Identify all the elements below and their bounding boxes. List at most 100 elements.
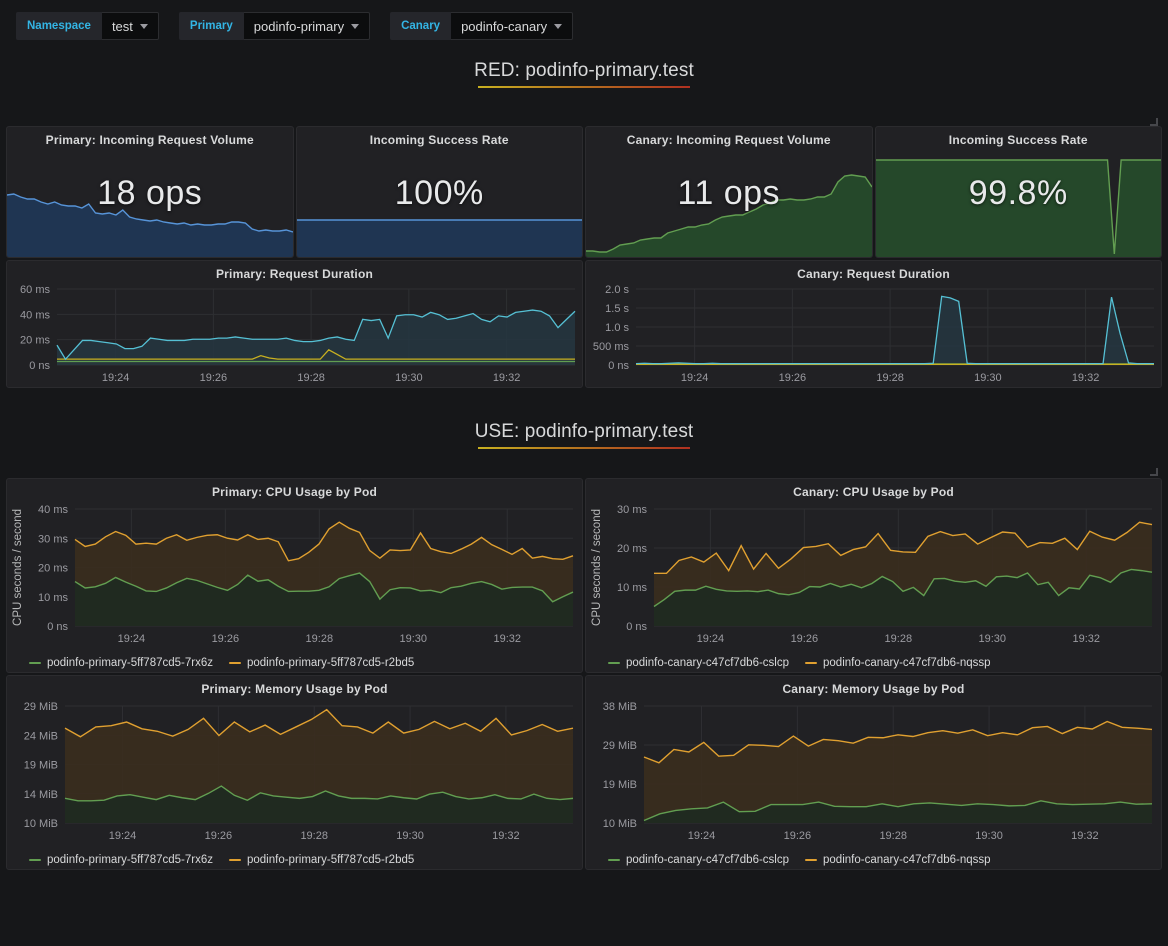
graph-canvas: CPU seconds / second40 ms30 ms20 ms10 ms…: [7, 501, 583, 648]
panel-legend: podinfo-primary-5ff787cd5-7rx6z podinfo-p…: [7, 653, 582, 673]
svg-text:20 ms: 20 ms: [617, 543, 647, 555]
legend-color-swatch: [608, 859, 620, 862]
y-axis-label: CPU seconds / second: [591, 509, 603, 626]
graph-panel[interactable]: Primary: CPU Usage by PodCPU seconds / s…: [6, 478, 583, 673]
svg-text:29 MiB: 29 MiB: [603, 740, 637, 752]
legend-label: podinfo-canary-c47cf7db6-cslcp: [626, 657, 789, 669]
legend-color-swatch: [229, 859, 241, 862]
svg-text:19:24: 19:24: [109, 830, 137, 842]
legend-item[interactable]: podinfo-primary-5ff787cd5-r2bd5: [229, 854, 414, 866]
graph-canvas: 38 MiB29 MiB19 MiB10 MiB19:2419:2619:281…: [586, 698, 1162, 845]
svg-text:19:28: 19:28: [876, 372, 904, 384]
legend-item[interactable]: podinfo-canary-c47cf7db6-cslcp: [608, 657, 789, 669]
svg-text:19:30: 19:30: [978, 633, 1006, 645]
stat-panel[interactable]: Canary: Incoming Request Volume11 ops: [585, 126, 873, 258]
panel-title: Primary: Incoming Request Volume: [7, 127, 293, 149]
variable-primary-label: Primary: [179, 12, 244, 40]
panel-legend: podinfo-canary-c47cf7db6-cslcp podinfo-ca…: [586, 653, 1161, 673]
legend-item[interactable]: podinfo-canary-c47cf7db6-nqssp: [805, 854, 991, 866]
chevron-down-icon: [140, 24, 148, 29]
variable-namespace[interactable]: Namespace test: [16, 12, 159, 40]
memory-panel-row: Primary: Memory Usage by Pod29 MiB24 MiB…: [0, 675, 1168, 870]
svg-text:60 ms: 60 ms: [20, 284, 50, 296]
svg-text:0 ns: 0 ns: [47, 621, 68, 633]
svg-text:19:28: 19:28: [879, 830, 907, 842]
graph-panel[interactable]: Canary: CPU Usage by PodCPU seconds / se…: [585, 478, 1162, 673]
legend-label: podinfo-canary-c47cf7db6-cslcp: [626, 854, 789, 866]
svg-text:0 ns: 0 ns: [626, 621, 647, 633]
legend-label: podinfo-canary-c47cf7db6-nqssp: [823, 657, 991, 669]
duration-panel-row: Primary: Request Duration60 ms40 ms20 ms…: [0, 260, 1168, 388]
svg-text:10 MiB: 10 MiB: [603, 818, 637, 830]
legend-item[interactable]: podinfo-canary-c47cf7db6-cslcp: [608, 854, 789, 866]
variable-primary-value: podinfo-primary: [254, 19, 344, 34]
variable-namespace-select[interactable]: test: [102, 12, 159, 40]
chevron-down-icon: [351, 24, 359, 29]
svg-text:0 ns: 0 ns: [608, 360, 629, 372]
variable-namespace-label: Namespace: [16, 12, 102, 40]
svg-text:10 ms: 10 ms: [617, 582, 647, 594]
panel-title: Canary: Memory Usage by Pod: [586, 676, 1161, 698]
svg-text:19:32: 19:32: [493, 633, 521, 645]
panel-title: Incoming Success Rate: [876, 127, 1162, 149]
stat-panel[interactable]: Primary: Incoming Request Volume18 ops: [6, 126, 294, 258]
svg-text:0 ns: 0 ns: [29, 360, 50, 372]
legend-item[interactable]: podinfo-primary-5ff787cd5-7rx6z: [29, 854, 213, 866]
svg-text:19:32: 19:32: [1071, 830, 1099, 842]
variable-primary[interactable]: Primary podinfo-primary: [179, 12, 370, 40]
legend-label: podinfo-primary-5ff787cd5-7rx6z: [47, 657, 213, 669]
legend-item[interactable]: podinfo-primary-5ff787cd5-7rx6z: [29, 657, 213, 669]
svg-text:30 ms: 30 ms: [38, 533, 68, 545]
svg-text:19:30: 19:30: [399, 633, 427, 645]
template-variable-bar: Namespace test Primary podinfo-primary C…: [0, 0, 1168, 48]
stat-value: 99.8%: [876, 174, 1162, 213]
variable-namespace-value: test: [112, 19, 133, 34]
svg-text:19:24: 19:24: [688, 830, 716, 842]
stat-panel[interactable]: Incoming Success Rate 99.8%: [875, 126, 1163, 258]
graph-panel[interactable]: Primary: Memory Usage by Pod29 MiB24 MiB…: [6, 675, 583, 870]
graph-canvas: 29 MiB24 MiB19 MiB14 MiB10 MiB19:2419:26…: [7, 698, 583, 845]
svg-text:19:26: 19:26: [212, 633, 240, 645]
legend-color-swatch: [29, 859, 41, 862]
panel-legend: podinfo-canary-c47cf7db6-cslcp podinfo-ca…: [586, 850, 1161, 870]
legend-color-swatch: [805, 662, 817, 665]
section-header-red: RED: podinfo-primary.test: [0, 48, 1168, 100]
row-resize-handle[interactable]: [1150, 468, 1158, 476]
graph-canvas: 2.0 s1.5 s1.0 s500 ms0 ns19:2419:2619:28…: [586, 283, 1162, 387]
svg-text:19:30: 19:30: [396, 830, 424, 842]
panel-title: Canary: Request Duration: [586, 261, 1161, 283]
section-title-use: USE: podinfo-primary.test: [475, 421, 694, 443]
svg-text:19 MiB: 19 MiB: [24, 760, 58, 772]
svg-text:1.5 s: 1.5 s: [605, 303, 629, 315]
panel-legend: podinfo-primary-5ff787cd5-7rx6z podinfo-p…: [7, 850, 582, 870]
legend-color-swatch: [805, 859, 817, 862]
variable-canary-select[interactable]: podinfo-canary: [451, 12, 573, 40]
svg-text:19:32: 19:32: [1072, 633, 1100, 645]
svg-text:19:26: 19:26: [779, 372, 807, 384]
svg-text:19:28: 19:28: [300, 830, 328, 842]
svg-text:19:28: 19:28: [885, 633, 913, 645]
legend-item[interactable]: podinfo-canary-c47cf7db6-nqssp: [805, 657, 991, 669]
chevron-down-icon: [554, 24, 562, 29]
graph-panel[interactable]: Canary: Memory Usage by Pod38 MiB29 MiB1…: [585, 675, 1162, 870]
svg-text:19:32: 19:32: [492, 830, 520, 842]
graph-panel[interactable]: Canary: Request Duration2.0 s1.5 s1.0 s5…: [585, 260, 1162, 388]
section-underline: [478, 447, 690, 449]
svg-text:19:32: 19:32: [493, 372, 521, 384]
stat-panel[interactable]: Incoming Success Rate100%: [296, 126, 584, 258]
variable-canary[interactable]: Canary podinfo-canary: [390, 12, 573, 40]
row-resize-handle[interactable]: [1150, 118, 1158, 126]
variable-primary-select[interactable]: podinfo-primary: [244, 12, 370, 40]
legend-item[interactable]: podinfo-primary-5ff787cd5-r2bd5: [229, 657, 414, 669]
legend-color-swatch: [608, 662, 620, 665]
svg-text:19:24: 19:24: [681, 372, 709, 384]
legend-label: podinfo-primary-5ff787cd5-7rx6z: [47, 854, 213, 866]
svg-text:10 ms: 10 ms: [38, 592, 68, 604]
variable-canary-label: Canary: [390, 12, 451, 40]
graph-panel[interactable]: Primary: Request Duration60 ms40 ms20 ms…: [6, 260, 583, 388]
row-red-stats: Primary: Incoming Request Volume18 opsIn…: [0, 126, 1168, 258]
graph-canvas: 60 ms40 ms20 ms0 ns19:2419:2619:2819:301…: [7, 283, 583, 387]
y-axis-label: CPU seconds / second: [12, 509, 24, 626]
panel-title: Primary: Request Duration: [7, 261, 582, 283]
legend-label: podinfo-primary-5ff787cd5-r2bd5: [247, 657, 414, 669]
